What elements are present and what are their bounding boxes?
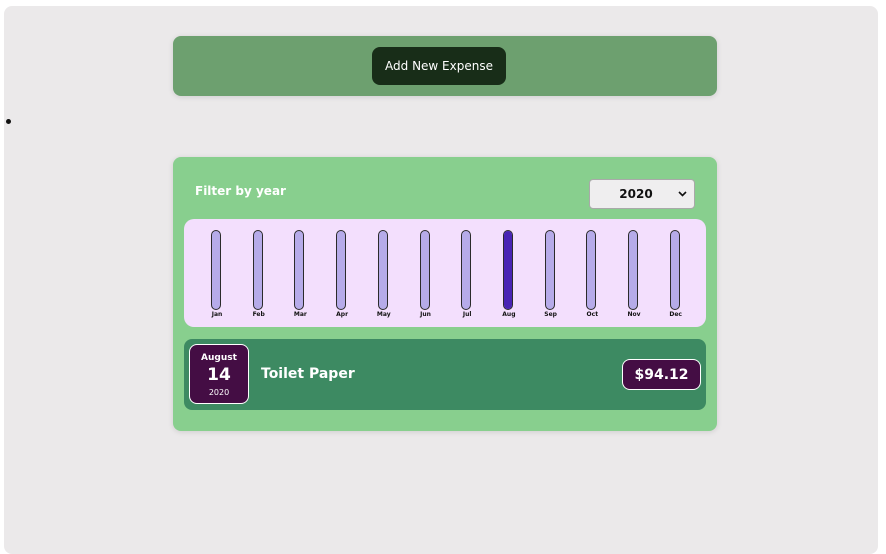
chart-bar-track (377, 230, 388, 310)
bullet-icon (6, 119, 11, 124)
app-frame: Add New Expense Filter by year 2020 Jan F… (4, 6, 878, 554)
chart-bar-label: Jan (211, 311, 223, 318)
new-expense-panel: Add New Expense (173, 36, 717, 96)
chart-bar-track (419, 230, 430, 310)
chart-bar-label: Feb (252, 311, 265, 318)
expense-item: August 14 2020 Toilet Paper $94.12 (184, 339, 706, 410)
expense-date-day: 14 (207, 365, 231, 385)
chart-bar-label: Jul (462, 311, 472, 318)
chart-bar-track (252, 230, 263, 310)
chart-bar-label: Aug (502, 311, 516, 318)
chart-bar-track (211, 230, 221, 310)
chart-bar-track (628, 230, 638, 310)
expense-amount: $94.12 (622, 359, 701, 390)
add-new-expense-button[interactable]: Add New Expense (372, 47, 506, 85)
chart-bar-label: Sep (544, 311, 557, 318)
expense-date-month: August (201, 353, 237, 363)
expense-date-year: 2020 (208, 388, 230, 397)
chart-bar-label: Jun (420, 311, 431, 318)
chart-bar-fill (503, 231, 512, 309)
chart-bar-label: May (376, 311, 391, 318)
chart-bar-label: Nov (627, 311, 641, 318)
expenses-panel: Filter by year 2020 Jan Feb Mar Apr May Jun Ju… (173, 157, 717, 431)
chart-bar-label: Apr (336, 311, 349, 318)
chart-bar-label: Oct (586, 311, 599, 318)
chart-bar-track (544, 230, 555, 310)
filter-by-year-label: Filter by year (195, 184, 286, 198)
expense-date: August 14 2020 (189, 344, 249, 404)
chart-bar-track (336, 230, 347, 310)
year-filter-select[interactable]: 2020 (589, 179, 695, 209)
chart-bar-label: Mar (293, 311, 307, 318)
chart-bar-track (669, 230, 680, 310)
chart-bar-track (294, 230, 305, 310)
chart-bar-label: Dec (669, 311, 682, 318)
expense-title: Toilet Paper (261, 366, 355, 382)
chevron-down-icon (676, 188, 688, 200)
selected-year: 2020 (619, 187, 653, 201)
expenses-chart: Jan Feb Mar Apr May Jun Jul Aug Sep Oct Nov Dec (184, 219, 706, 327)
chart-bar-track (586, 230, 597, 310)
chart-bar-track (461, 230, 472, 310)
chart-bar-track (502, 230, 513, 310)
